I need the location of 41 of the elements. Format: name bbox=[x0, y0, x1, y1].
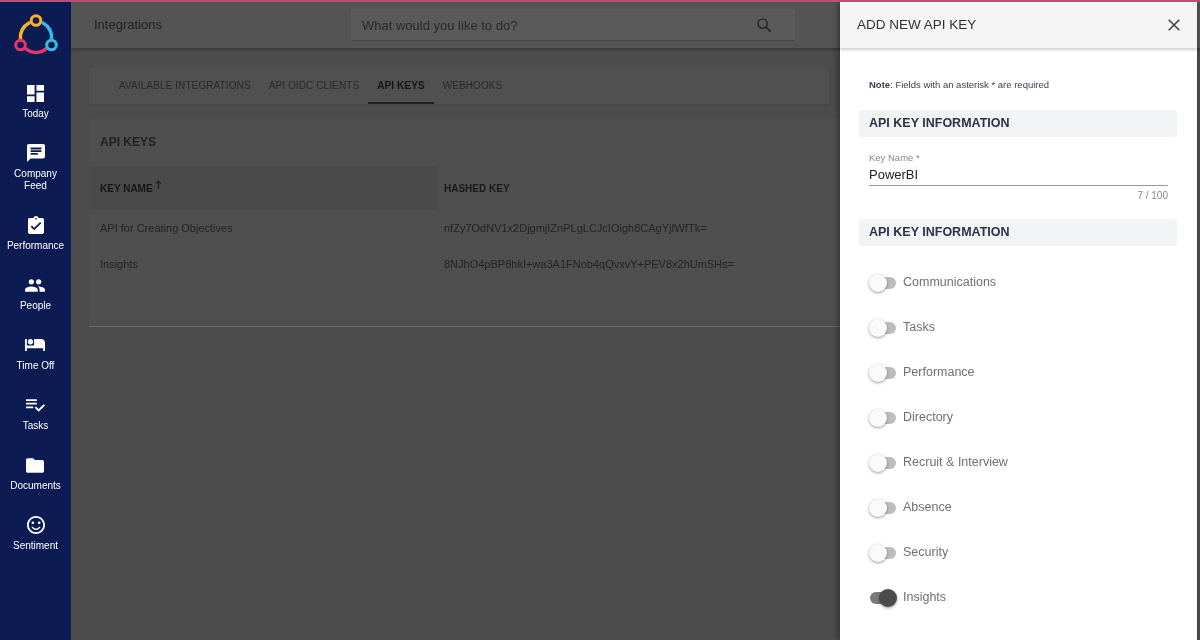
toggle-label: Recruit & Interview bbox=[903, 454, 1008, 472]
nav-link[interactable]: Today bbox=[22, 84, 49, 120]
nav-link[interactable]: Tasks bbox=[22, 396, 49, 432]
nav-link[interactable]: Sentiment bbox=[13, 516, 58, 552]
sort-arrow-icon[interactable] bbox=[154, 179, 162, 189]
search-icon[interactable] bbox=[757, 18, 771, 32]
toggle-label: Tasks bbox=[903, 319, 935, 337]
toggle-label: Directory bbox=[903, 409, 953, 427]
dashboard-icon bbox=[27, 84, 44, 102]
toggle-switch[interactable] bbox=[869, 498, 897, 517]
checklist-icon bbox=[26, 398, 45, 412]
nav-link[interactable]: Company Feed bbox=[4, 144, 67, 192]
toggle-switch[interactable] bbox=[869, 543, 897, 562]
toggle-label: Communications bbox=[903, 274, 997, 292]
toggle-label: Absence bbox=[903, 499, 952, 517]
clipboard-check-icon bbox=[27, 216, 44, 234]
nav-link[interactable]: Time Off bbox=[16, 336, 55, 372]
toggle-switch[interactable] bbox=[869, 318, 897, 337]
section-header: API KEY INFORMATION bbox=[859, 219, 1177, 246]
toggle-switch[interactable] bbox=[869, 588, 897, 607]
folder-icon bbox=[26, 457, 45, 473]
toggle-label: Security bbox=[903, 544, 949, 562]
panel-title: ADD NEW API KEY bbox=[857, 16, 977, 34]
nav-link[interactable]: Documents bbox=[10, 456, 61, 492]
toggle-label: Performance bbox=[903, 364, 975, 382]
toggle-switch[interactable] bbox=[869, 273, 897, 292]
toggle-switch[interactable] bbox=[869, 453, 897, 472]
smiley-icon bbox=[26, 516, 45, 534]
field-label: Key Name * bbox=[869, 152, 921, 164]
toggle-switch[interactable] bbox=[869, 408, 897, 427]
note-text: Note: Fields with an asterisk * are required bbox=[869, 79, 1051, 91]
people-icon bbox=[25, 278, 46, 292]
toggle-label: Insights bbox=[903, 589, 947, 607]
nav-link[interactable]: Performance bbox=[6, 216, 65, 252]
character-counter: 7 / 100 bbox=[1136, 190, 1168, 202]
chat-bubble-icon bbox=[26, 144, 45, 162]
bed-icon bbox=[25, 339, 46, 351]
toggle-switch[interactable] bbox=[869, 363, 897, 382]
nav-link[interactable]: People bbox=[19, 276, 52, 312]
logo[interactable] bbox=[13, 14, 58, 56]
section-header: API KEY INFORMATION bbox=[859, 110, 1177, 137]
